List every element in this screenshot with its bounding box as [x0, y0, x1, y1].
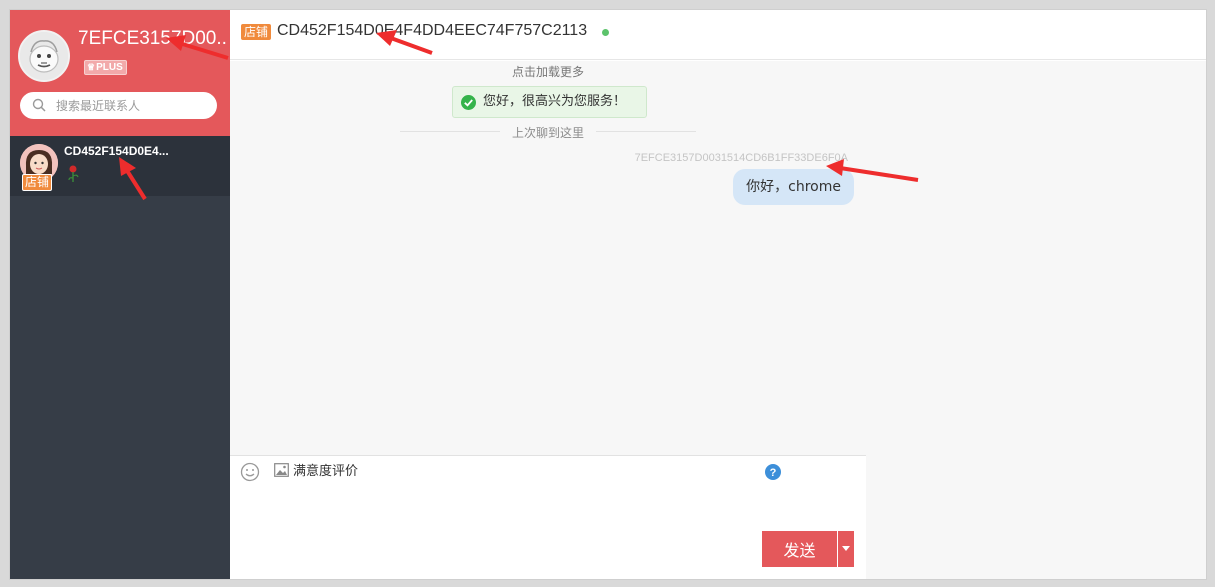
load-more-link[interactable]: 点击加载更多: [230, 63, 866, 80]
plus-badge: ♕PLUS: [84, 60, 127, 75]
composer: 满意度评价 ? 发送: [230, 455, 866, 579]
check-circle-icon: [461, 95, 476, 110]
profile-name: 7EFCE3157D00...: [78, 28, 228, 49]
sidebar: 7EFCE3157D00... ♕PLUS 搜索最近联系人 店铺 CD452F1…: [10, 10, 230, 579]
rose-icon: [68, 164, 80, 188]
history-divider-label: 上次聊到这里: [506, 126, 589, 140]
contact-name: CD452F154D0E4...: [64, 144, 169, 158]
welcome-text: 您好，很高兴为您服务！: [483, 94, 627, 109]
message-sender: 7EFCE3157D0031514CD6B1FF33DE6F0A: [634, 152, 848, 164]
chat-title: CD452F154D0E4F4DD4EEC74F757C2113: [277, 22, 588, 39]
satisfaction-rating-label: 满意度评价: [293, 464, 359, 479]
image-icon: [274, 463, 289, 477]
history-divider: 上次聊到这里: [230, 124, 866, 141]
crown-icon: ♕: [87, 62, 96, 72]
message-input[interactable]: [240, 488, 856, 526]
online-dot-icon: [602, 29, 609, 36]
satisfaction-rating-button[interactable]: 满意度评价: [274, 462, 358, 482]
smiley-icon[interactable]: [240, 462, 260, 482]
shop-tag: 店铺: [241, 24, 272, 40]
svg-text:?: ?: [770, 467, 777, 479]
profile-panel: 7EFCE3157D00... ♕PLUS: [10, 10, 230, 136]
shop-tag: 店铺: [22, 174, 53, 191]
side-panel: [866, 61, 1206, 579]
message-list[interactable]: 点击加载更多 您好，很高兴为您服务！ 上次聊到这里 7EFCE3157D0031…: [230, 61, 866, 455]
welcome-notice: 您好，很高兴为您服务！: [452, 86, 647, 118]
send-options-button[interactable]: [838, 531, 854, 567]
cartoon-avatar-icon[interactable]: [18, 30, 70, 82]
plus-badge-label: PLUS: [96, 62, 123, 73]
search-box[interactable]: [20, 92, 217, 119]
caret-down-icon: [842, 546, 850, 551]
chat-main: 店铺 CD452F154D0E4F4DD4EEC74F757C2113 点击加载…: [230, 10, 1206, 579]
search-input[interactable]: [56, 96, 206, 115]
chat-window: 7EFCE3157D00... ♕PLUS 搜索最近联系人 店铺 CD452F1…: [9, 9, 1207, 580]
chat-header: 店铺 CD452F154D0E4F4DD4EEC74F757C2113: [230, 10, 1206, 60]
search-icon: [32, 98, 46, 112]
message-bubble: 你好，chrome: [733, 169, 854, 205]
send-button[interactable]: 发送: [762, 531, 837, 567]
question-mark-icon[interactable]: ?: [765, 464, 781, 480]
contact-item[interactable]: 店铺 CD452F154D0E4...: [10, 136, 230, 196]
